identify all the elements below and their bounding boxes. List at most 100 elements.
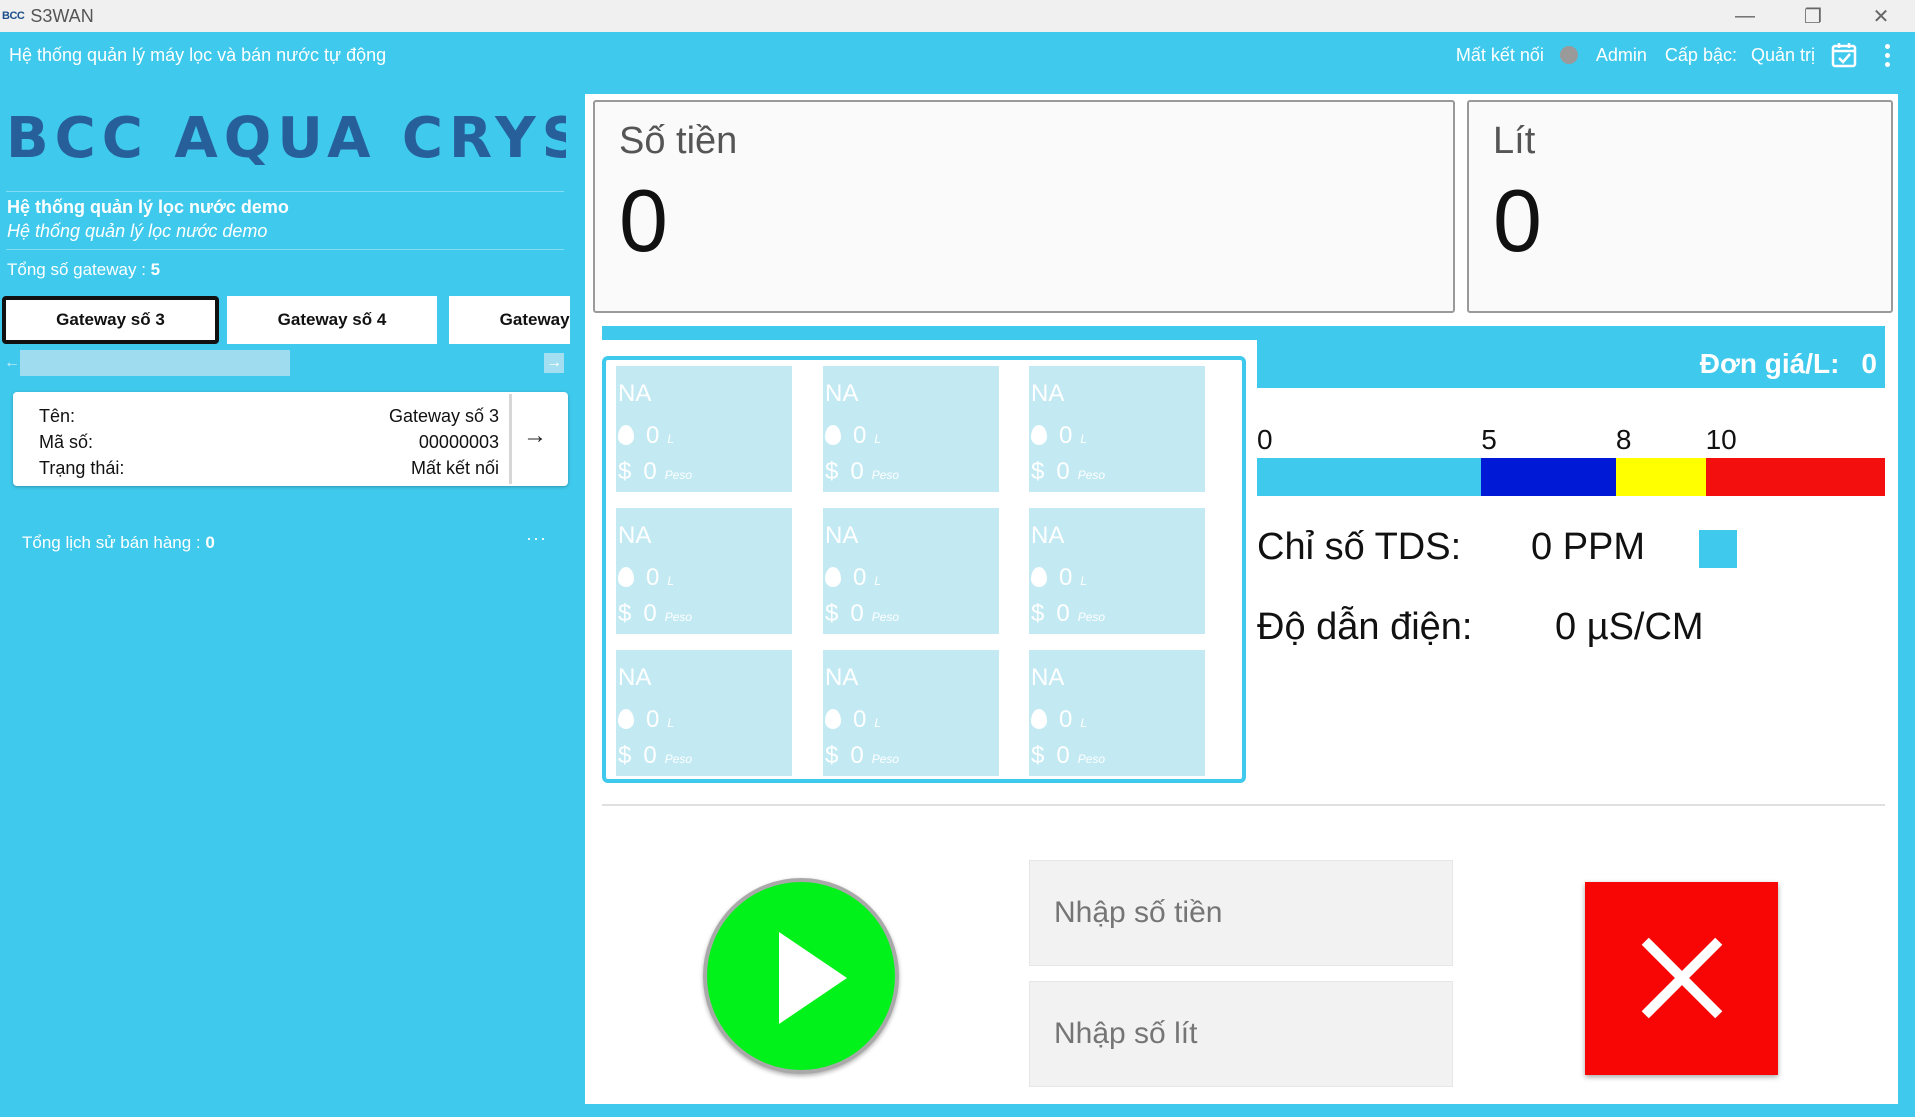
liter-unit: L	[874, 574, 882, 588]
product-name: NA	[618, 522, 652, 549]
tds-color-indicator	[1699, 530, 1737, 568]
cancel-button[interactable]	[1585, 882, 1778, 1075]
product-name: NA	[1031, 664, 1065, 691]
scale-segment	[1481, 458, 1616, 496]
money-unit: Peso	[1077, 468, 1106, 482]
product-money: 0	[1056, 600, 1070, 627]
connection-status-text: Mất kết nối	[1455, 44, 1544, 65]
scale-tick-label: 8	[1615, 424, 1632, 455]
gateway-tab-5[interactable]: Gateway số 5	[449, 296, 570, 344]
liters-value: 0	[1493, 171, 1542, 270]
gateway-info-card[interactable]: Tên: Gateway số 3 Mã số: 00000003 Trạng …	[13, 392, 568, 486]
product-liters: 0	[853, 422, 867, 449]
product-name: NA	[1031, 380, 1065, 407]
water-drop-icon	[825, 425, 841, 445]
unit-price-value: 0	[1861, 348, 1877, 379]
product-liters: 0	[1059, 706, 1073, 733]
product-cell[interactable]: NA 0 L $0 Peso	[1029, 366, 1205, 492]
restore-button[interactable]: ❐	[1779, 0, 1847, 32]
product-cell[interactable]: NA 0 L $0 Peso	[616, 366, 792, 492]
water-drop-icon	[1031, 567, 1047, 587]
close-window-button[interactable]: ✕	[1847, 0, 1915, 32]
product-grid: NA 0 L $0 Peso NA 0 L $0 Peso NA 0 L $0 Peso NA 0 L $0 Peso…	[602, 356, 1246, 783]
dollar-icon: $	[1031, 742, 1045, 769]
window-title: S3WAN	[30, 5, 94, 26]
code-value: 00000003	[418, 432, 499, 452]
header-strip	[602, 326, 1885, 340]
product-name: NA	[1031, 522, 1065, 549]
money-unit: Peso	[664, 468, 693, 482]
more-options-icon[interactable]	[1883, 43, 1891, 67]
product-name: NA	[618, 380, 652, 407]
liter-input[interactable]	[1029, 981, 1453, 1087]
product-cell[interactable]: NA 0 L $0 Peso	[823, 650, 999, 776]
money-unit: Peso	[664, 610, 693, 624]
product-name: NA	[825, 664, 859, 691]
calendar-check-icon[interactable]	[1831, 42, 1857, 68]
more-horizontal-icon[interactable]: ···	[526, 528, 547, 549]
product-cell[interactable]: NA 0 L $0 Peso	[823, 508, 999, 634]
liters-display: Lít 0	[1467, 100, 1893, 313]
liter-unit: L	[874, 716, 882, 730]
dollar-icon: $	[618, 742, 632, 769]
product-cell[interactable]: NA 0 L $0 Peso	[1029, 508, 1205, 634]
dollar-icon: $	[825, 600, 839, 627]
product-cell[interactable]: NA 0 L $0 Peso	[1029, 650, 1205, 776]
gateway-tab-4[interactable]: Gateway số 4	[227, 296, 437, 344]
product-money: 0	[1056, 742, 1070, 769]
money-unit: Peso	[871, 752, 900, 766]
product-cell[interactable]: NA 0 L $0 Peso	[616, 508, 792, 634]
level-value: Quản trị	[1750, 44, 1815, 65]
product-money: 0	[850, 600, 864, 627]
money-input[interactable]	[1029, 860, 1453, 966]
system-subtitle: Hệ thống quản lý lọc nước demo	[7, 197, 289, 217]
scroll-right-icon[interactable]: →	[544, 353, 564, 373]
money-unit: Peso	[871, 610, 900, 624]
money-unit: Peso	[664, 752, 693, 766]
conductivity-value: 0 µS/CM	[1555, 606, 1704, 648]
water-drop-icon	[825, 567, 841, 587]
product-liters: 0	[1059, 422, 1073, 449]
liter-unit: L	[667, 432, 675, 446]
product-liters: 0	[646, 422, 660, 449]
scale-tick-label: 10	[1705, 424, 1737, 455]
dollar-icon: $	[618, 458, 632, 485]
gateway-tabs: Gateway số 3 Gateway số 4 Gateway số 5	[0, 292, 570, 348]
brand-title: BCC AQUA CRYSTAL	[6, 106, 566, 171]
liters-label: Lít	[1493, 120, 1536, 162]
product-name: NA	[825, 522, 859, 549]
system-subtitle-italic: Hệ thống quản lý lọc nước demo	[7, 221, 268, 241]
connection-status-dot	[1559, 46, 1578, 64]
start-button[interactable]	[703, 878, 899, 1074]
scroll-left-icon[interactable]: ←	[2, 353, 22, 373]
money-value: 0	[619, 171, 668, 270]
gateway-tabs-scrollbar[interactable]: ← →	[0, 350, 570, 376]
status-label: Trạng thái:	[39, 458, 125, 478]
product-cell[interactable]: NA 0 L $0 Peso	[616, 650, 792, 776]
window-scrollbar[interactable]	[1898, 78, 1915, 1117]
product-money: 0	[643, 458, 657, 485]
app-header: Hệ thống quản lý máy lọc và bán nước tự …	[0, 32, 1915, 78]
play-icon	[779, 932, 847, 1024]
water-drop-icon	[618, 425, 634, 445]
product-liters: 0	[646, 564, 660, 591]
window-titlebar: BCC S3WAN — ❐ ✕	[0, 0, 1915, 32]
money-unit: Peso	[1077, 610, 1106, 624]
scale-tick-label: 0	[1257, 424, 1273, 455]
liter-unit: L	[1080, 716, 1088, 730]
product-liters: 0	[853, 564, 867, 591]
product-money: 0	[643, 600, 657, 627]
product-money: 0	[1056, 458, 1070, 485]
arrow-right-icon[interactable]: →	[523, 422, 547, 450]
gateway-tab-3[interactable]: Gateway số 3	[2, 296, 219, 344]
level-label: Cấp bậc:	[1664, 44, 1737, 65]
divider	[602, 804, 1885, 806]
product-name: NA	[825, 380, 859, 407]
water-drop-icon	[1031, 425, 1047, 445]
water-drop-icon	[825, 709, 841, 729]
minimize-button[interactable]: —	[1711, 0, 1779, 32]
product-cell[interactable]: NA 0 L $0 Peso	[823, 366, 999, 492]
scrollbar-thumb[interactable]	[20, 350, 290, 376]
money-unit: Peso	[1077, 752, 1106, 766]
user-name[interactable]: Admin	[1596, 45, 1647, 66]
